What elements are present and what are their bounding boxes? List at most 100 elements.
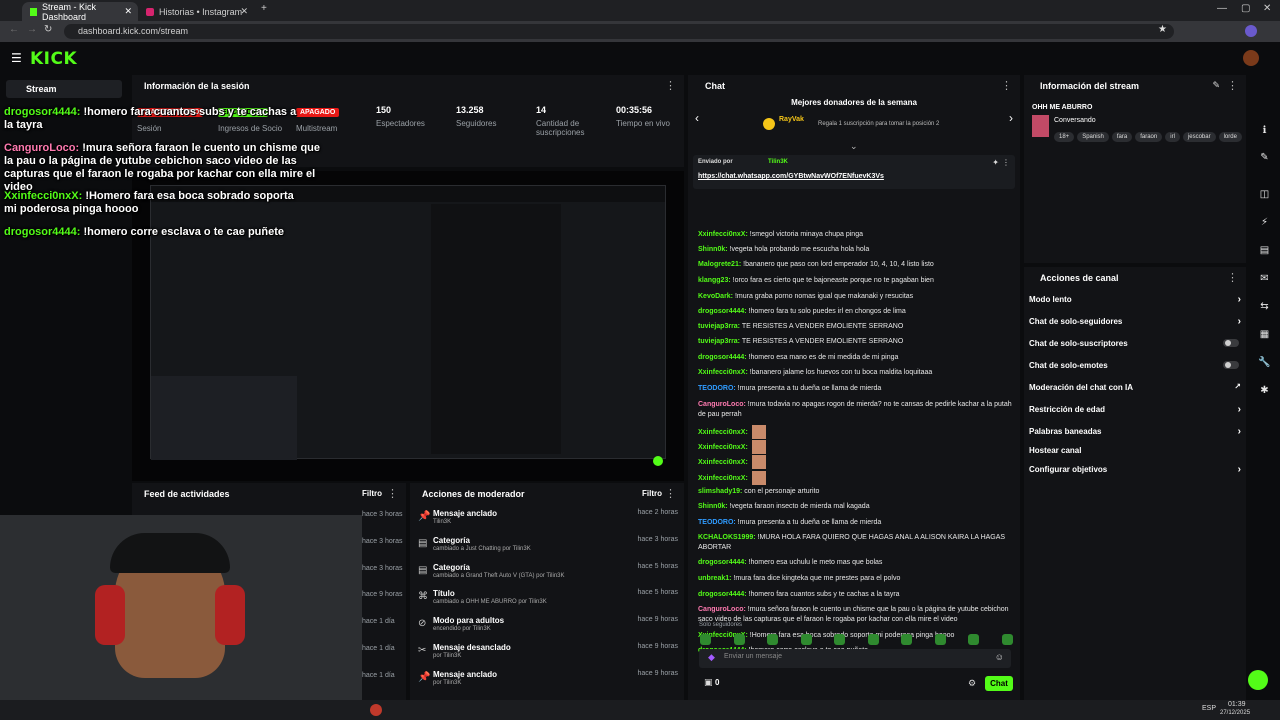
pin-icon[interactable]: ✦ (992, 158, 999, 167)
chat-username[interactable]: slimshady19: (698, 488, 742, 495)
channel-action-item[interactable]: Configurar objetivos › (1029, 464, 1241, 475)
stream-category[interactable]: Conversando (1054, 117, 1096, 124)
chat-username[interactable]: TEODORO: (698, 385, 736, 392)
pinned-message[interactable]: Enviado por Tilin3K https://chat.whatsap… (693, 155, 1015, 189)
chat-username[interactable]: unbreak1: (698, 575, 731, 582)
url-input[interactable]: dashboard.kick.com/stream (64, 24, 1174, 39)
emote-button[interactable] (700, 634, 711, 645)
window-close-icon[interactable]: ✕ (1263, 3, 1271, 14)
mod-action-row[interactable]: ⊘ Modo para adultos encendido por Tilin3… (414, 616, 682, 642)
emote-button[interactable] (834, 634, 845, 645)
chat-username[interactable]: tuviejap3rra: (698, 323, 740, 330)
chat-username[interactable]: Malogrete21: (698, 261, 741, 268)
edit-icon[interactable]: ✎ (1258, 151, 1271, 164)
chat-username[interactable]: Xxinfecci0nxX: (698, 429, 748, 436)
chat-message[interactable]: drogosor4444: !homero esa uchulu le meto… (698, 558, 1012, 568)
chat-username[interactable]: Xxinfecci0nxX: (698, 475, 748, 482)
profile-avatar[interactable] (1245, 25, 1257, 37)
multistream-icon[interactable]: ⇆ (1258, 300, 1271, 313)
channel-action-item[interactable]: Chat de solo-seguidores › (1029, 316, 1241, 327)
toggle-switch[interactable] (1223, 361, 1239, 369)
chat-message[interactable]: Xxinfecci0nxX: !Homero fara esa boca sob… (698, 631, 1012, 641)
kick-logo[interactable]: KICK (30, 49, 77, 69)
chat-message[interactable]: Shinn0k: !vegeta hola probando me escuch… (698, 245, 1012, 255)
send-chat-button[interactable]: Chat (985, 676, 1013, 691)
chat-message[interactable]: Xxinfecci0nxX: (698, 471, 1012, 485)
channel-action-item[interactable]: Chat de solo-emotes (1029, 361, 1241, 370)
channel-action-item[interactable]: Modo lento › (1029, 294, 1241, 305)
close-icon[interactable]: ✕ (124, 6, 132, 17)
reload-icon[interactable]: ↻ (44, 24, 52, 35)
chat-bubble-icon[interactable]: ✉ (1258, 272, 1271, 285)
app-taskbar-icon[interactable] (370, 704, 382, 716)
chat-username[interactable]: klangg23: (698, 277, 731, 284)
channel-action-item[interactable]: Hostear canal (1029, 446, 1241, 455)
stream-preview[interactable] (132, 171, 684, 481)
chat-username[interactable]: CanguroLoco: (698, 606, 746, 613)
channel-action-item[interactable]: Moderación del chat con IA ↗ (1029, 382, 1241, 392)
mod-action-row[interactable]: ▤ Categoría cambiado a Grand Theft Auto … (414, 563, 682, 589)
chat-username[interactable]: Xxinfecci0nxX: (698, 444, 748, 451)
chat-message[interactable]: Xxinfecci0nxX: (698, 425, 1012, 439)
document-icon[interactable]: ▤ (1258, 244, 1271, 257)
minimize-icon[interactable]: — (1217, 3, 1227, 14)
chat-message[interactable]: Shinn0k: !vegeta faraon insecto de mierd… (698, 502, 1012, 512)
chat-message[interactable]: CanguroLoco: !mura todavia no apagas rog… (698, 400, 1012, 420)
chat-username[interactable]: drogosor4444: (698, 559, 747, 566)
more-options-icon[interactable]: ⋮ (1002, 158, 1010, 167)
close-icon[interactable]: ✕ (240, 6, 248, 17)
chat-message[interactable]: Xxinfecci0nxX: (698, 455, 1012, 469)
help-chat-icon[interactable] (1248, 670, 1268, 690)
wrench-icon[interactable]: 🔧 (1258, 356, 1271, 369)
chat-username[interactable]: TEODORO: (698, 519, 736, 526)
chat-message[interactable]: TEODORO: !mura presenta a tu dueña oe ll… (698, 384, 1012, 394)
sidebar-item-stream[interactable]: Stream (6, 80, 122, 98)
filter-button[interactable]: Filtro (642, 489, 662, 498)
chat-input[interactable]: ◆ Enviar un mensaje ☺ (699, 649, 1011, 668)
chevron-right-icon[interactable]: › (1009, 111, 1013, 125)
chevron-left-icon[interactable]: ‹ (695, 111, 699, 125)
settings-icon[interactable]: ⚙ (968, 678, 976, 689)
language-indicator[interactable]: ESP (1202, 705, 1216, 712)
puzzle-icon[interactable]: ✱ (1258, 384, 1271, 397)
new-tab-icon[interactable]: + (261, 3, 267, 14)
toggle-switch[interactable] (1223, 339, 1239, 347)
more-options-icon[interactable]: ⋮ (1001, 75, 1012, 97)
tab-kick-dashboard[interactable]: Stream - Kick Dashboard ✕ (22, 2, 138, 22)
chat-message[interactable]: drogosor4444: !homero fara tu solo puede… (698, 307, 1012, 317)
emote-picker-icon[interactable]: ◆ (708, 652, 715, 663)
emote-button[interactable] (968, 634, 979, 645)
chat-username[interactable]: CanguroLoco: (698, 401, 746, 408)
chat-username[interactable]: Xxinfecci0nxX: (698, 459, 748, 466)
mod-action-row[interactable]: ▤ Categoría cambiado a Just Chatting por… (414, 536, 682, 562)
pinned-link[interactable]: https://chat.whatsapp.com/GYBtwNavWOf7EN… (698, 173, 884, 180)
emoji-icon[interactable]: ☺ (995, 652, 1004, 662)
mod-action-row[interactable]: ✂ Mensaje desanclado por Tilin3K hace 9 … (414, 643, 682, 669)
more-options-icon[interactable]: ⋮ (1227, 267, 1238, 289)
layout-icon[interactable]: ▦ (1258, 328, 1271, 341)
emote-button[interactable] (901, 634, 912, 645)
chat-username[interactable]: Xxinfecci0nxX: (698, 369, 748, 376)
chat-username[interactable]: Shinn0k: (698, 246, 728, 253)
chat-message[interactable]: drogosor4444: !homero fara cuantos subs … (698, 590, 1012, 600)
user-avatar[interactable] (1243, 50, 1259, 66)
lightning-icon[interactable]: ⚡ (1258, 216, 1271, 229)
forward-icon[interactable]: → (27, 24, 37, 35)
info-icon[interactable]: ℹ (1258, 124, 1271, 137)
chat-username[interactable]: KevoDark: (698, 293, 733, 300)
chat-username[interactable]: Shinn0k: (698, 503, 728, 510)
mod-action-row[interactable]: ⌘ Título cambiado a OHH ME ABURRO por Ti… (414, 589, 682, 615)
chat-username[interactable]: drogosor4444: (698, 308, 747, 315)
edit-icon[interactable]: ✎ (1212, 80, 1220, 91)
mod-action-row[interactable]: 📌 Mensaje anclado Tilin3K hace 2 horas (414, 509, 682, 535)
chat-message[interactable]: Xxinfecci0nxX: !bananero jalame los huev… (698, 368, 1012, 378)
maximize-icon[interactable]: ▢ (1241, 3, 1250, 14)
chat-message[interactable]: CanguroLoco: !mura señora faraon le cuen… (698, 605, 1012, 625)
points-icon[interactable]: ▣ (704, 677, 713, 688)
chat-message[interactable]: unbreak1: !mura fara dice kingteka que m… (698, 574, 1012, 584)
more-options-icon[interactable]: ⋮ (1227, 75, 1238, 97)
emote-button[interactable] (733, 634, 745, 645)
chat-message[interactable]: TEODORO: !mura presenta a tu dueña oe ll… (698, 518, 1012, 528)
chat-message[interactable]: Xxinfecci0nxX: (698, 440, 1012, 454)
chat-message[interactable]: KCHALOKS1999: !MURA HOLA FARA QUIERO QUE… (698, 533, 1012, 553)
